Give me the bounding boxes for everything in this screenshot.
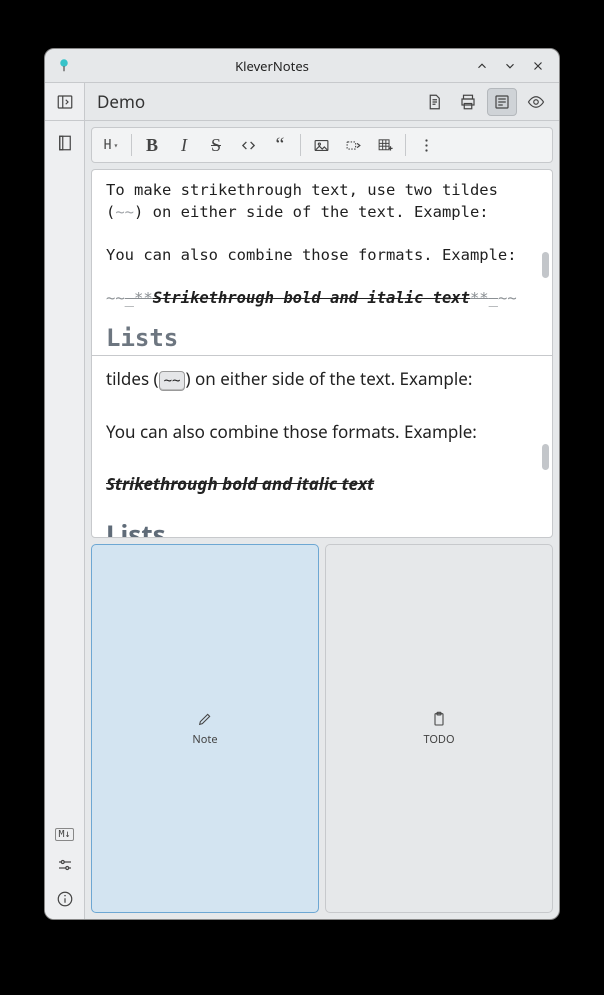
minimize-button[interactable] <box>471 55 493 77</box>
maximize-button[interactable] <box>499 55 521 77</box>
tab-todo[interactable]: TODO <box>325 544 553 913</box>
print-button[interactable] <box>453 88 483 116</box>
bold-button[interactable]: B <box>137 131 167 159</box>
editor-text: You can also combine those formats. Exam… <box>106 246 517 264</box>
quote-button[interactable]: “ <box>265 131 295 159</box>
close-button[interactable] <box>527 55 549 77</box>
syntax-tilde-close: ~~ <box>498 289 517 307</box>
settings-sliders-button[interactable] <box>51 851 79 879</box>
format-toolbar: H B I S “ <box>91 127 553 163</box>
syntax-bold-open: ** <box>134 289 153 307</box>
overflow-menu-button[interactable] <box>411 131 441 159</box>
preview-scrollbar-thumb[interactable] <box>542 444 549 470</box>
main-column: H B I S “ To make strikethrough text, us… <box>85 121 559 919</box>
kbd-tilde: ~~ <box>159 371 186 391</box>
export-pdf-button[interactable] <box>419 88 449 116</box>
editor-tilde-token: ~~ <box>115 203 134 221</box>
editor-content[interactable]: To make strikethrough text, use two tild… <box>92 170 552 355</box>
preview-pane[interactable]: tildes (~~) on either side of the text. … <box>91 355 553 538</box>
syntax-underscore: _ <box>125 289 134 307</box>
syntax-bold-close: ** <box>470 289 489 307</box>
split-panes: To make strikethrough text, use two tild… <box>91 169 553 538</box>
tab-label: TODO <box>423 732 454 747</box>
editor-strike-text: Strikethrough bold and italic text <box>153 289 470 307</box>
syntax-tilde-open: ~~ <box>106 289 125 307</box>
separator <box>300 134 301 156</box>
editor-text: ) on either side of the text. Example: <box>134 203 489 221</box>
heading-dropdown[interactable]: H <box>96 131 126 159</box>
titlebar: KleverNotes <box>45 49 559 83</box>
italic-button[interactable]: I <box>169 131 199 159</box>
code-button[interactable] <box>233 131 263 159</box>
editor-pane[interactable]: To make strikethrough text, use two tild… <box>91 169 553 355</box>
info-button[interactable] <box>51 885 79 913</box>
preview-text: You can also combine those formats. Exam… <box>106 420 477 443</box>
strikethrough-button[interactable]: S <box>201 131 231 159</box>
app-icon <box>55 57 73 75</box>
toggle-editor-button[interactable] <box>487 88 517 116</box>
document-title: Demo <box>97 90 415 113</box>
preview-text: tildes ( <box>106 367 159 390</box>
tab-note[interactable]: Note <box>91 544 319 913</box>
editor-scrollbar-thumb[interactable] <box>542 252 549 278</box>
sidebar-toggle-cell <box>45 83 85 120</box>
preview-heading: Lists <box>106 514 536 538</box>
separator <box>131 134 132 156</box>
insert-image-button[interactable] <box>306 131 336 159</box>
separator <box>405 134 406 156</box>
left-rail: M↓ <box>45 121 85 919</box>
insert-table-button[interactable] <box>370 131 400 159</box>
body: M↓ H B I S “ <box>45 121 559 919</box>
header: Demo <box>45 83 559 121</box>
insert-link-button[interactable] <box>338 131 368 159</box>
app-window: KleverNotes Demo <box>44 48 560 920</box>
markdown-badge[interactable]: M↓ <box>55 828 73 841</box>
clipboard-icon <box>431 711 447 731</box>
toggle-sidebar-button[interactable] <box>51 88 79 116</box>
bottom-tabs: Note TODO <box>85 538 559 919</box>
preview-text: ) on either side of the text. Example: <box>185 367 472 390</box>
tab-label: Note <box>192 732 217 747</box>
pencil-icon <box>197 711 213 731</box>
header-main: Demo <box>85 88 559 116</box>
editor-heading: Lists <box>106 322 536 355</box>
preview-content: tildes (~~) on either side of the text. … <box>92 356 552 538</box>
preview-strike-text: Strikethrough bold and italic text <box>106 472 374 495</box>
toggle-preview-button[interactable] <box>521 88 551 116</box>
syntax-underscore: _ <box>489 289 498 307</box>
window-title: KleverNotes <box>79 57 465 75</box>
notes-list-button[interactable] <box>51 129 79 157</box>
